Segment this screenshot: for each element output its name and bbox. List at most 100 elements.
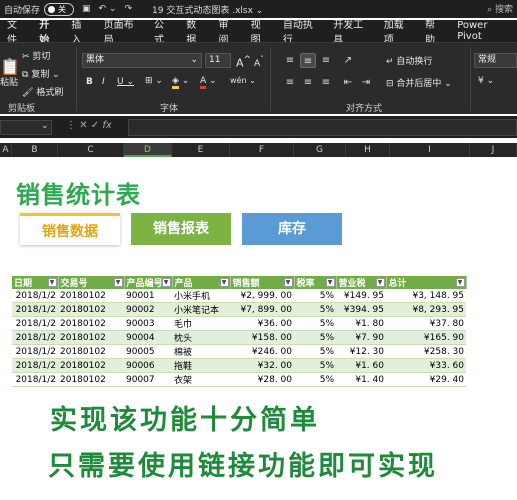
table-cell[interactable]: ¥1. 40 — [336, 372, 386, 387]
table-cell[interactable]: 20180102 — [58, 316, 124, 331]
fill-color-icon[interactable]: ◈ ⌄ — [172, 76, 189, 89]
table-cell[interactable]: ¥394. 95 — [336, 302, 386, 317]
format-painter-button[interactable]: 🖌 格式刷 — [22, 85, 63, 98]
filter-dropdown-icon[interactable]: ▼ — [161, 278, 171, 287]
filter-dropdown-icon[interactable]: ▼ — [455, 278, 465, 287]
table-cell[interactable]: ¥8, 293. 95 — [386, 302, 466, 317]
table-cell[interactable]: ¥246. 00 — [230, 344, 294, 359]
table-cell[interactable]: 90002 — [124, 302, 172, 317]
table-cell[interactable]: 5% — [294, 316, 336, 331]
table-cell[interactable]: 枕头 — [172, 330, 230, 345]
shrink-font-icon[interactable]: Aˇ — [254, 55, 264, 69]
table-cell[interactable]: 90001 — [124, 289, 172, 303]
copy-button[interactable]: ⧉ 复制 ⌄ — [22, 67, 60, 80]
table-cell[interactable]: 小米笔记本 — [172, 302, 230, 317]
name-box[interactable]: ⌄ — [0, 120, 52, 135]
sales-report-button[interactable]: 销售报表 — [131, 213, 231, 245]
undo-icon[interactable]: ↶ ⌄ — [99, 4, 117, 14]
table-cell[interactable]: 棉被 — [172, 344, 230, 359]
table-cell[interactable]: ¥32. 00 — [230, 358, 294, 373]
fx-icon[interactable]: fx — [102, 120, 111, 131]
table-cell[interactable]: ¥1. 80 — [336, 316, 386, 331]
table-cell[interactable]: 衣架 — [172, 372, 230, 387]
table-cell[interactable]: 5% — [294, 344, 336, 359]
table-cell[interactable]: 90005 — [124, 344, 172, 359]
table-cell[interactable]: 90003 — [124, 316, 172, 331]
bold-icon[interactable]: B — [86, 77, 93, 87]
table-cell[interactable]: 5% — [294, 289, 336, 303]
align-top-icon[interactable]: ≡ — [282, 53, 298, 68]
table-cell[interactable]: 2018/1/2 — [12, 358, 58, 373]
table-cell[interactable]: ¥149. 95 — [336, 289, 386, 303]
table-cell[interactable]: 90007 — [124, 372, 172, 387]
table-cell[interactable]: 2018/1/2 — [12, 316, 58, 331]
inventory-button[interactable]: 库存 — [242, 213, 342, 245]
column-header[interactable]: I — [390, 143, 470, 157]
table-cell[interactable]: ¥2, 999. 00 — [230, 289, 294, 303]
table-cell[interactable]: ¥165. 90 — [386, 330, 466, 345]
filter-dropdown-icon[interactable]: ▼ — [113, 278, 123, 287]
table-cell[interactable]: 90006 — [124, 358, 172, 373]
font-name-select[interactable]: 黑体 ⌄ — [82, 53, 202, 68]
table-cell[interactable]: ¥29. 40 — [386, 372, 466, 387]
table-cell[interactable]: ¥7, 899. 00 — [230, 302, 294, 317]
table-cell[interactable]: 2018/1/2 — [12, 372, 58, 387]
cut-button[interactable]: ✂ 剪切 — [22, 49, 50, 62]
table-cell[interactable]: ¥3, 148. 95 — [386, 289, 466, 303]
currency-icon[interactable]: ¥ ⌄ — [478, 76, 494, 86]
file-name[interactable]: 19 交互式动态图表 .xlsx ⌄ — [152, 3, 263, 16]
table-cell[interactable]: 20180102 — [58, 302, 124, 317]
table-cell[interactable]: ¥7. 90 — [336, 330, 386, 345]
font-size-select[interactable]: 11 — [205, 53, 231, 68]
table-cell[interactable]: ¥33. 60 — [386, 358, 466, 373]
table-cell[interactable]: 20180102 — [58, 344, 124, 359]
table-cell[interactable]: ¥258. 30 — [386, 344, 466, 359]
font-color-icon[interactable]: A ⌄ — [200, 76, 217, 89]
table-cell[interactable]: ¥158. 00 — [230, 330, 294, 345]
filter-dropdown-icon[interactable]: ▼ — [325, 278, 335, 287]
table-cell[interactable]: 2018/1/2 — [12, 330, 58, 345]
phonetic-icon[interactable]: wén ⌄ — [230, 76, 256, 85]
table-cell[interactable]: 20180102 — [58, 330, 124, 345]
table-cell[interactable]: 20180102 — [58, 372, 124, 387]
table-cell[interactable]: ¥1. 60 — [336, 358, 386, 373]
save-icon[interactable]: ▣ — [82, 4, 91, 14]
column-header[interactable]: A — [0, 143, 12, 157]
align-center-icon[interactable]: ≡ — [300, 75, 316, 90]
table-cell[interactable]: 5% — [294, 330, 336, 345]
table-cell[interactable]: 小米手机 — [172, 289, 230, 303]
indent-decrease-icon[interactable]: ⇤ — [340, 75, 356, 90]
align-left-icon[interactable]: ≡ — [282, 75, 298, 90]
formula-input[interactable] — [128, 119, 517, 136]
redo-icon[interactable]: ↷ — [124, 4, 132, 14]
number-format-select[interactable]: 常规 — [474, 53, 517, 68]
underline-icon[interactable]: U ⌄ — [117, 77, 134, 87]
filter-dropdown-icon[interactable]: ▼ — [47, 278, 57, 287]
grow-font-icon[interactable]: A^ — [236, 54, 251, 70]
cancel-icon[interactable]: ✕ — [79, 120, 87, 131]
table-cell[interactable]: 20180102 — [58, 358, 124, 373]
table-cell[interactable]: 5% — [294, 372, 336, 387]
table-cell[interactable]: 90004 — [124, 330, 172, 345]
table-cell[interactable]: 2018/1/2 — [12, 302, 58, 317]
indent-increase-icon[interactable]: ⇥ — [358, 75, 374, 90]
paste-label[interactable]: 粘贴 — [0, 75, 18, 88]
filter-dropdown-icon[interactable]: ▼ — [375, 278, 385, 287]
column-header[interactable]: D — [124, 143, 172, 157]
search-box[interactable]: ⌕ 搜索 — [487, 2, 513, 15]
table-cell[interactable]: 2018/1/2 — [12, 344, 58, 359]
align-middle-icon[interactable]: ≡ — [300, 53, 316, 68]
paste-icon[interactable]: 📋 — [0, 57, 20, 76]
table-cell[interactable]: ¥28. 00 — [230, 372, 294, 387]
filter-dropdown-icon[interactable]: ▼ — [219, 278, 229, 287]
align-bottom-icon[interactable]: ≡ — [318, 53, 334, 68]
table-cell[interactable]: ¥37. 80 — [386, 316, 466, 331]
table-cell[interactable]: 2018/1/2 — [12, 289, 58, 303]
column-header[interactable]: E — [172, 143, 230, 157]
table-cell[interactable]: ¥12. 30 — [336, 344, 386, 359]
orientation-icon[interactable]: ↗ — [340, 53, 356, 68]
merge-center-button[interactable]: ⊟ 合并后居中 ⌄ — [386, 76, 452, 89]
column-header[interactable]: F — [230, 143, 294, 157]
filter-dropdown-icon[interactable]: ▼ — [283, 278, 293, 287]
column-header[interactable]: C — [58, 143, 124, 157]
